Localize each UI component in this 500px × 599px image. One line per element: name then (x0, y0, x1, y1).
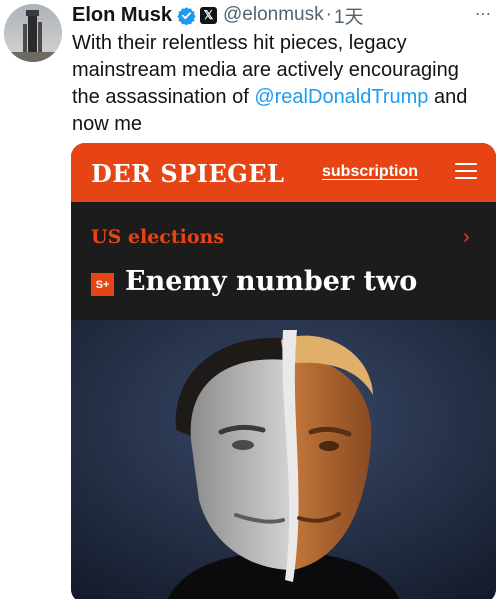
author-name[interactable]: Elon Musk (72, 4, 172, 27)
avatar[interactable] (4, 4, 62, 62)
tweet-header: Elon Musk 𝕏 @elonmusk · 1天 ⋯ (72, 2, 492, 28)
more-dots-icon[interactable]: ⋯ (475, 4, 492, 24)
mention-link[interactable]: @realDonaldTrump (254, 86, 428, 108)
spiegel-logo: DER SPIEGEL (91, 159, 285, 188)
section-header: US elections › S+ Enemy number two (71, 202, 496, 322)
separator-dot: · (325, 4, 332, 25)
chevron-right-icon[interactable]: › (463, 226, 470, 249)
section-label[interactable]: US elections (91, 226, 224, 248)
subscription-link[interactable]: subscription (322, 163, 418, 181)
spiegel-header-bar: DER SPIEGEL subscription (71, 143, 496, 202)
author-handle[interactable]: @elonmusk (223, 4, 324, 26)
cover-image (71, 320, 496, 599)
hamburger-menu-icon[interactable] (455, 163, 477, 181)
tweet: Elon Musk 𝕏 @elonmusk · 1天 ⋯ With their … (0, 0, 500, 599)
spiegel-plus-badge: S+ (91, 273, 114, 296)
x-affiliate-icon: 𝕏 (200, 6, 218, 24)
tweet-timestamp[interactable]: 1天 (334, 2, 364, 29)
verified-badge-icon (177, 6, 196, 25)
article-headline[interactable]: Enemy number two (125, 266, 417, 297)
media-card[interactable]: DER SPIEGEL subscription US elections › … (71, 143, 496, 599)
tweet-text: With their relentless hit pieces, legacy… (72, 30, 492, 138)
